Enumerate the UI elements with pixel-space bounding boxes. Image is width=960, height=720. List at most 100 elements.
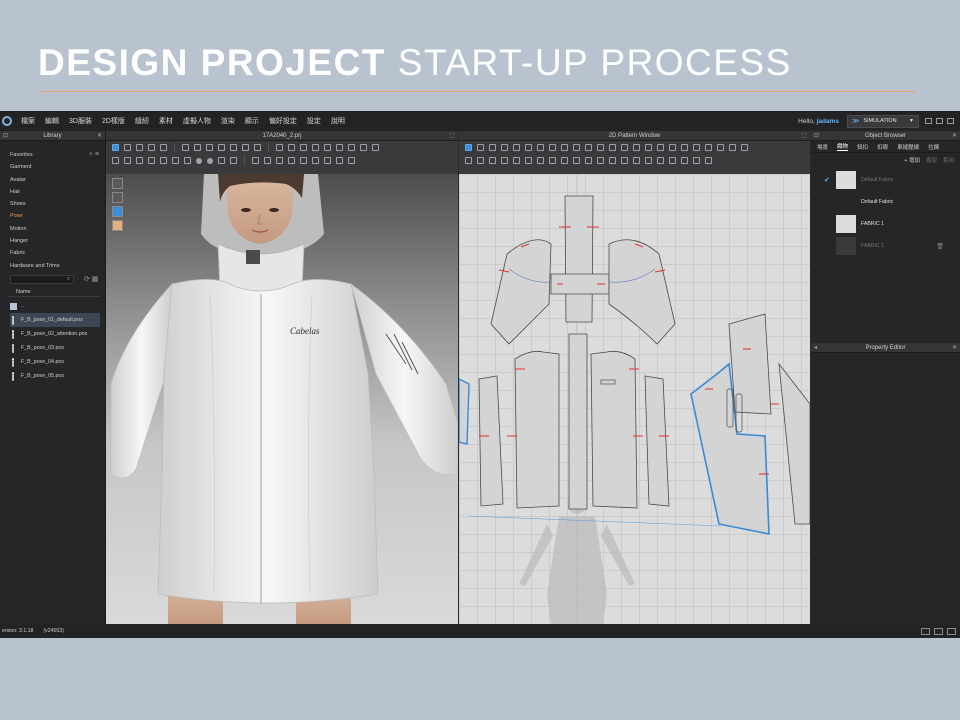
tool-icon[interactable] [324, 144, 331, 151]
transform-pattern-icon[interactable] [465, 144, 472, 151]
avatar-visibility-icon[interactable] [112, 178, 123, 189]
library-cat-shoes[interactable]: Shoes [0, 198, 105, 210]
add-fabric-button[interactable]: + 增加 [904, 156, 920, 164]
tool-icon[interactable] [525, 144, 532, 151]
tool-icon[interactable] [288, 157, 295, 164]
tool-icon[interactable] [669, 157, 676, 164]
layout-triple-icon[interactable] [947, 627, 956, 635]
library-cat-hanger[interactable]: Hanger [0, 235, 105, 247]
tool-icon[interactable] [501, 157, 508, 164]
tool-icon[interactable] [348, 144, 355, 151]
tool-icon[interactable] [218, 144, 225, 151]
button-tool-icon[interactable] [196, 157, 202, 164]
tool-icon[interactable] [537, 157, 544, 164]
tool-icon[interactable] [501, 144, 508, 151]
library-parent-folder[interactable]: .. [10, 299, 100, 313]
library-file-item[interactable]: F_B_pose_05.pos [10, 369, 100, 383]
menu-sewing[interactable]: 縫紉 [130, 116, 154, 126]
tool-icon[interactable] [741, 144, 748, 151]
maximize-icon[interactable] [936, 118, 943, 124]
user-name[interactable]: jadams [817, 118, 839, 125]
tool-icon[interactable] [585, 144, 592, 151]
tool-icon[interactable] [645, 144, 652, 151]
tool-icon[interactable] [230, 144, 237, 151]
layout-single-icon[interactable] [921, 627, 930, 635]
tab-topstitch[interactable]: 車縫壓線 [897, 143, 919, 151]
tool-icon[interactable] [693, 157, 700, 164]
2d-pattern-canvas[interactable] [459, 174, 810, 624]
tool-icon[interactable] [276, 157, 283, 164]
tool-icon[interactable] [489, 144, 496, 151]
app-logo-icon[interactable] [2, 116, 12, 126]
menu-settings[interactable]: 設定 [302, 116, 326, 126]
tool-icon[interactable] [561, 157, 568, 164]
tool-icon[interactable] [300, 144, 307, 151]
tool-icon[interactable] [657, 144, 664, 151]
tool-icon[interactable] [693, 144, 700, 151]
tool-icon[interactable] [621, 157, 628, 164]
library-cat-avatar[interactable]: Avatar [0, 174, 105, 186]
apply-fabric-button[interactable]: 套用 [943, 156, 954, 164]
tool-icon[interactable] [336, 157, 343, 164]
property-editor-close-icon[interactable]: ✕ [952, 344, 957, 351]
menu-file[interactable]: 檔案 [16, 116, 40, 126]
library-cat-favorites[interactable]: Favorites + ≡ [0, 149, 105, 161]
tool-icon[interactable] [242, 144, 249, 151]
library-search-input[interactable] [10, 275, 74, 284]
tool-icon[interactable] [218, 157, 225, 164]
menu-materials[interactable]: 素材 [154, 116, 178, 126]
library-cat-hardware[interactable]: Hardware and Trims [0, 260, 105, 272]
tool-icon[interactable] [681, 157, 688, 164]
trash-icon[interactable]: 🗑 [936, 243, 944, 250]
library-file-item[interactable]: F_B_pose_01_default.pos [10, 313, 100, 327]
fabric-item[interactable]: FABRIC 1 [811, 213, 960, 235]
tool-icon[interactable] [372, 144, 379, 151]
tool-icon[interactable] [573, 144, 580, 151]
tool-icon[interactable] [489, 157, 496, 164]
3d-window-expand-icon[interactable]: ⬚ [449, 132, 455, 139]
tool-icon[interactable] [705, 157, 712, 164]
tab-zipper[interactable]: 拉鍊 [928, 143, 939, 151]
tool-icon[interactable] [717, 144, 724, 151]
tool-icon[interactable] [324, 157, 331, 164]
tool-icon[interactable] [681, 144, 688, 151]
property-editor-dock-icon[interactable]: ◂ [814, 344, 817, 351]
tool-icon[interactable] [112, 157, 119, 164]
menu-2d-pattern[interactable]: 2D樣版 [97, 116, 130, 126]
select-tool-icon[interactable] [112, 144, 119, 151]
tool-icon[interactable] [136, 157, 143, 164]
fabric-item[interactable]: ✔ Default Fabric [811, 169, 960, 191]
tool-icon[interactable] [348, 157, 355, 164]
library-close-icon[interactable]: ✕ [97, 132, 102, 139]
tool-icon[interactable] [633, 157, 640, 164]
library-cat-motion[interactable]: Motion [0, 223, 105, 235]
tool-icon[interactable] [729, 144, 736, 151]
object-browser-close-icon[interactable]: ✕ [952, 132, 957, 139]
3d-viewport[interactable]: Cabelas [106, 174, 458, 624]
tool-icon[interactable] [669, 144, 676, 151]
library-cat-fabric[interactable]: Fabric [0, 247, 105, 259]
library-name-column-header[interactable]: Name [8, 287, 100, 297]
menu-3d-garment[interactable]: 3D服裝 [64, 116, 97, 126]
tool-icon[interactable] [477, 144, 484, 151]
tab-button[interactable]: 鈕扣 [857, 143, 868, 151]
tool-icon[interactable] [537, 144, 544, 151]
tool-icon[interactable] [525, 157, 532, 164]
library-file-item[interactable]: F_B_pose_02_attention.pos [10, 327, 100, 341]
tool-icon[interactable] [705, 144, 712, 151]
tool-icon[interactable] [136, 144, 143, 151]
menu-preferences[interactable]: 偏好設定 [264, 116, 302, 126]
library-cat-hair[interactable]: Hair [0, 186, 105, 198]
tool-icon[interactable] [549, 157, 556, 164]
menu-edit[interactable]: 編輯 [40, 116, 64, 126]
menu-render[interactable]: 渲染 [216, 116, 240, 126]
avatar-skin-icon[interactable] [112, 220, 123, 231]
buttonhole-tool-icon[interactable] [207, 157, 213, 164]
tool-icon[interactable] [160, 157, 167, 164]
tool-icon[interactable] [573, 157, 580, 164]
simulation-mode-select[interactable]: ≫ SIMULATION ▼ [847, 114, 919, 128]
2d-window-expand-icon[interactable]: ⬚ [801, 132, 807, 139]
tool-icon[interactable] [657, 157, 664, 164]
minimize-icon[interactable] [925, 118, 932, 124]
tool-icon[interactable] [288, 144, 295, 151]
